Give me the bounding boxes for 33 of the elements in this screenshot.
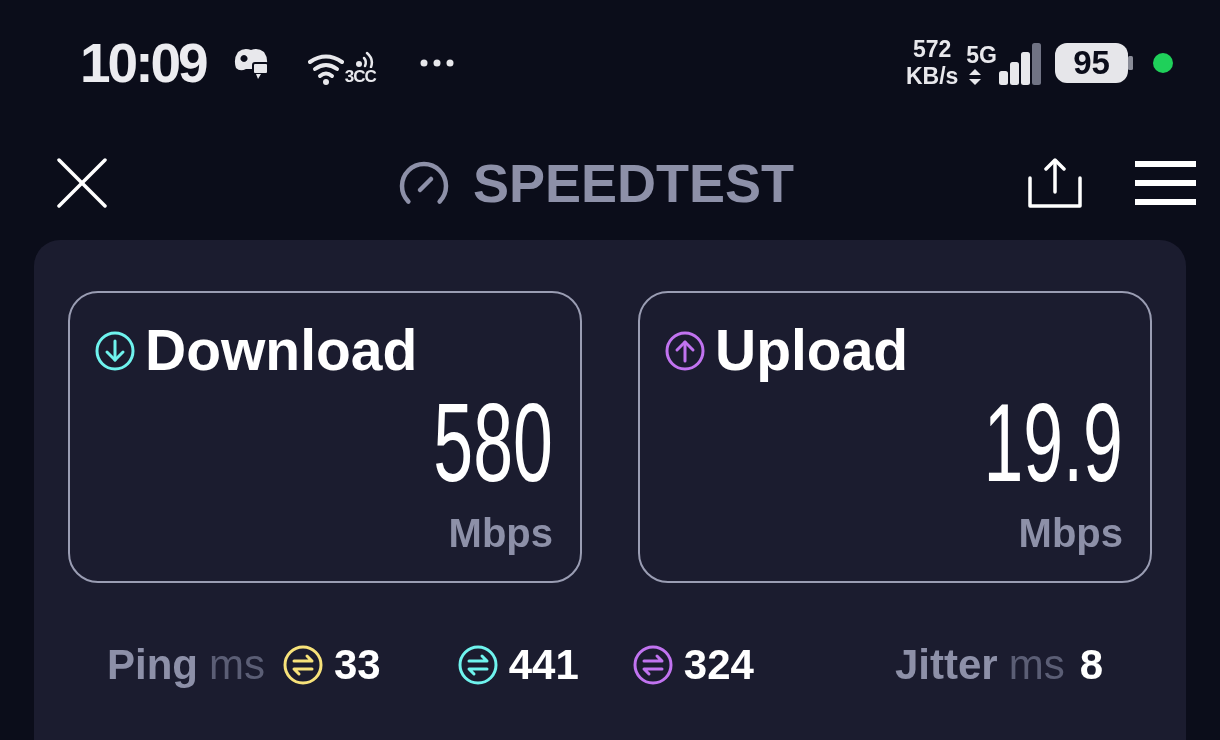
data-rate-unit: KB/s xyxy=(905,63,959,90)
data-rate: 572 xyxy=(912,36,952,63)
ping-value: 441 xyxy=(508,644,579,686)
gauge-icon xyxy=(397,159,451,207)
unit-label: ms xyxy=(209,644,265,686)
more-icon xyxy=(419,59,454,67)
jitter-value: 8 xyxy=(1079,644,1103,686)
unit-label: ms xyxy=(1008,644,1065,686)
jitter-label: Jitter xyxy=(894,644,998,686)
status-dot-icon xyxy=(1153,53,1173,73)
share-button[interactable] xyxy=(1028,158,1082,208)
ping-value: 324 xyxy=(683,644,754,686)
close-icon xyxy=(57,158,107,208)
menu-button[interactable] xyxy=(1135,161,1196,205)
data-arrows-icon xyxy=(968,68,983,85)
clock-time: 10:09 xyxy=(80,35,206,91)
speed-value: 19.9 xyxy=(983,387,1123,499)
close-button[interactable] xyxy=(57,158,107,208)
network-label: 3CC xyxy=(344,68,376,85)
battery-tip-icon xyxy=(1128,56,1133,70)
signal-icon xyxy=(999,43,1041,85)
speed-value: 580 xyxy=(433,387,553,499)
result-label: Download xyxy=(145,322,418,379)
app-title: SPEEDTEST xyxy=(473,156,795,210)
ping-value: 33 xyxy=(334,644,381,686)
unit-label: Mbps xyxy=(1018,513,1123,553)
unit-label: Mbps xyxy=(448,513,553,553)
battery-level: 95 xyxy=(1055,43,1128,83)
share-icon xyxy=(1028,158,1082,208)
menu-icon xyxy=(1135,161,1196,205)
wifi-icon xyxy=(307,53,344,85)
network-type: 5G xyxy=(966,41,997,69)
ping-label: Ping xyxy=(107,644,198,686)
